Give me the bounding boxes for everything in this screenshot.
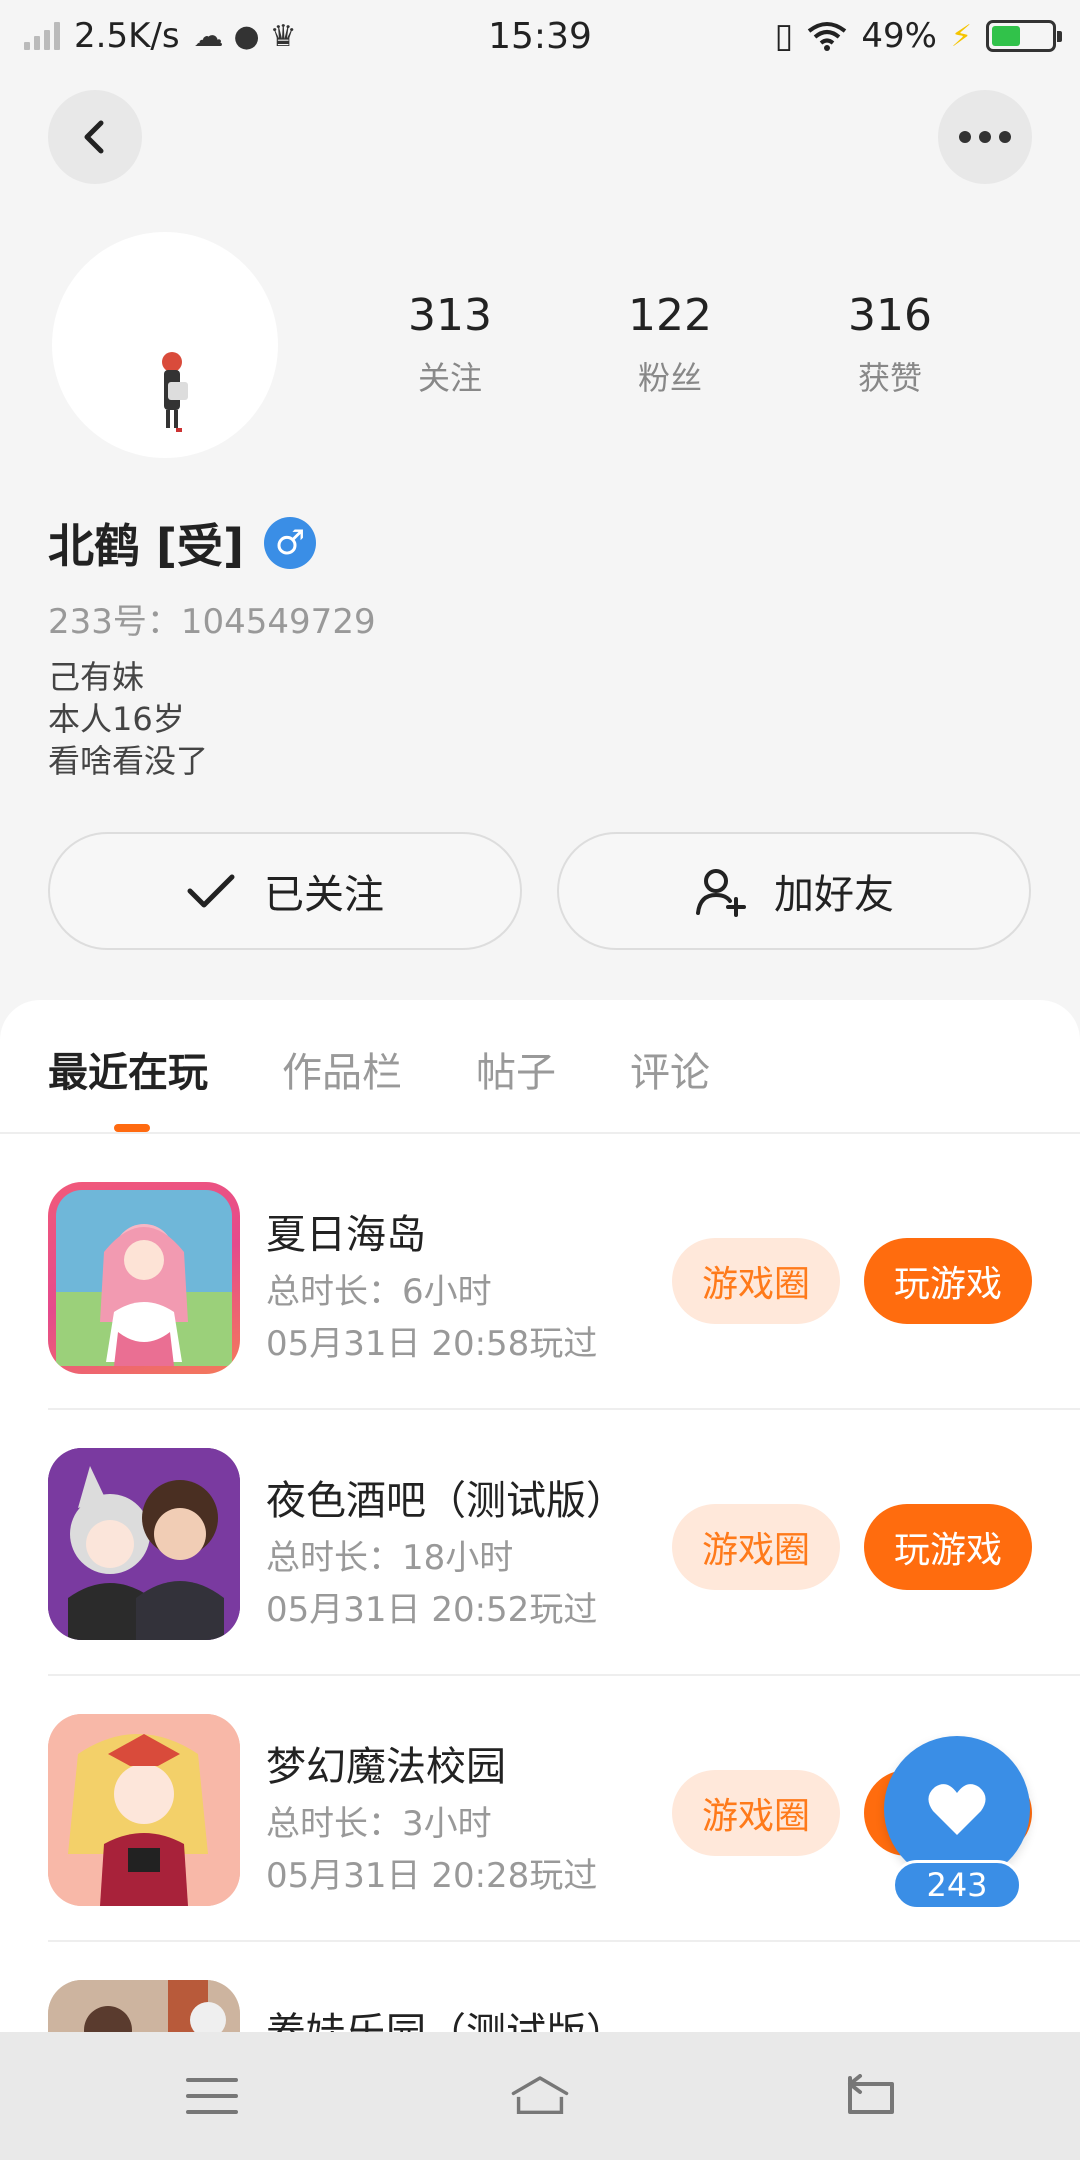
divider <box>48 1408 1080 1410</box>
profile-tabs: 最近在玩 作品栏 帖子 评论 <box>48 1040 710 1098</box>
heart-icon <box>928 1784 986 1835</box>
stat-followers[interactable]: 122 粉丝 <box>560 290 780 399</box>
game-title: 夜色酒吧（测试版） <box>266 1478 626 1524</box>
signal-icon <box>24 22 60 50</box>
divider <box>48 1940 1080 1942</box>
game-title: 夏日海岛 <box>266 1212 426 1258</box>
male-icon: ♂ <box>264 517 317 569</box>
game-last-played: 05月31日 20:28玩过 <box>266 1856 598 1896</box>
stat-following[interactable]: 313 关注 <box>340 290 560 399</box>
tab-posts[interactable]: 帖子 <box>476 1040 556 1098</box>
bio-line: 己有妹 <box>48 658 145 696</box>
network-speed: 2.5K/s <box>74 16 180 56</box>
game-last-played: 05月31日 20:58玩过 <box>266 1324 598 1364</box>
user-name: 北鹤 [受] <box>48 519 245 573</box>
menu-nav-button[interactable] <box>182 2066 242 2126</box>
back-button[interactable] <box>48 90 142 184</box>
more-dots-icon <box>959 131 1011 143</box>
profile-stats: 313 关注 122 粉丝 316 获赞 <box>340 290 1000 399</box>
game-title: 梦幻魔法校园 <box>266 1744 506 1790</box>
system-nav-bar <box>0 2032 1080 2160</box>
follow-button[interactable]: 已关注 <box>48 832 522 950</box>
home-icon <box>511 2076 569 2114</box>
game-playtime: 总时长：18小时 <box>266 1538 514 1578</box>
stat-number: 316 <box>848 290 932 341</box>
divider <box>0 1132 1080 1134</box>
game-playtime: 总时长：6小时 <box>266 1272 492 1312</box>
cloud-icon: ☁ <box>193 18 224 54</box>
check-icon <box>187 874 235 908</box>
stat-number: 122 <box>628 290 712 341</box>
game-icon <box>48 1448 240 1640</box>
stat-label: 粉丝 <box>637 359 702 397</box>
divider <box>48 1674 1080 1676</box>
game-circle-button[interactable]: 游戏圈 <box>672 1504 840 1590</box>
tab-recently-played[interactable]: 最近在玩 <box>48 1040 208 1098</box>
avatar-image <box>162 352 188 432</box>
name-row: 北鹤 [受] ♂ <box>48 510 317 576</box>
game-icon <box>48 1714 240 1906</box>
game-playtime: 总时长：3小时 <box>266 1804 492 1844</box>
stat-label: 关注 <box>417 359 482 397</box>
add-user-icon <box>696 869 746 917</box>
user-bio: 己有妹 本人16岁 看啥看没了 <box>48 656 208 782</box>
back-nav-button[interactable] <box>840 2066 900 2126</box>
charging-icon: ⚡ <box>950 18 972 54</box>
bio-line: 看啥看没了 <box>48 742 209 780</box>
game-icon <box>48 1182 240 1374</box>
active-tab-indicator <box>114 1124 150 1132</box>
battery-icon <box>986 20 1062 52</box>
like-count: 243 <box>892 1860 1022 1910</box>
home-nav-button[interactable] <box>510 2066 570 2126</box>
bio-line: 本人16岁 <box>48 700 185 738</box>
game-circle-button[interactable]: 游戏圈 <box>672 1238 840 1324</box>
battery-percent: 49% <box>861 16 937 56</box>
planet-icon: ● <box>233 18 260 54</box>
tab-comments[interactable]: 评论 <box>630 1040 710 1098</box>
user-id: 233号：104549729 <box>48 602 376 642</box>
add-friend-button[interactable]: 加好友 <box>557 832 1031 950</box>
status-bar: 2.5K/s ☁ ● ♛ 15:39 ▯ 49% ⚡ <box>0 0 1080 72</box>
return-icon <box>848 2074 894 2114</box>
game-circle-button[interactable]: 游戏圈 <box>672 1770 840 1856</box>
more-button[interactable] <box>938 90 1032 184</box>
list-item[interactable]: 夏日海岛 总时长：6小时 05月31日 20:58玩过 游戏圈 玩游戏 <box>48 1182 1080 1448</box>
avatar[interactable] <box>52 232 278 458</box>
chevron-left-icon <box>84 120 104 154</box>
play-game-button[interactable]: 玩游戏 <box>864 1504 1032 1590</box>
follow-label: 已关注 <box>264 872 384 918</box>
stat-number: 313 <box>408 290 492 341</box>
list-item[interactable]: 夜色酒吧（测试版） 总时长：18小时 05月31日 20:52玩过 游戏圈 玩游… <box>48 1448 1080 1714</box>
stat-label: 获赞 <box>857 359 922 397</box>
play-game-button[interactable]: 玩游戏 <box>864 1238 1032 1324</box>
add-friend-label: 加好友 <box>774 872 894 918</box>
stat-likes[interactable]: 316 获赞 <box>780 290 1000 399</box>
tab-works[interactable]: 作品栏 <box>282 1040 402 1098</box>
game-last-played: 05月31日 20:52玩过 <box>266 1590 598 1630</box>
crown-icon: ♛ <box>269 18 297 54</box>
wifi-icon <box>808 22 847 51</box>
vibrate-icon: ▯ <box>774 16 794 56</box>
menu-icon <box>186 2078 238 2114</box>
